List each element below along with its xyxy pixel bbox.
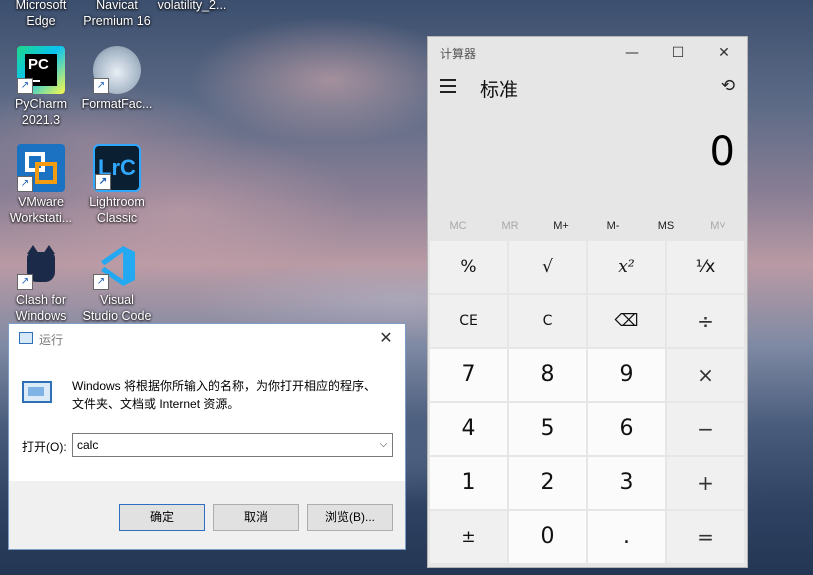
desktop-icon-label: PyCharm — [14, 97, 68, 111]
shortcut-arrow-icon: ↗ — [17, 274, 33, 290]
key-add[interactable]: + — [667, 457, 744, 509]
memory-recall-button[interactable]: MR — [484, 211, 536, 241]
desktop-icon-label: Clash for — [15, 293, 67, 307]
shortcut-arrow-icon: ↗ — [17, 176, 33, 192]
key-7[interactable]: 7 — [430, 349, 507, 401]
mode-title: 标准 — [480, 79, 519, 101]
ok-button[interactable]: 确定 — [119, 504, 205, 531]
maximize-button[interactable]: ☐ — [662, 41, 694, 65]
key-subtract[interactable]: − — [667, 403, 744, 455]
key-reciprocal[interactable]: ¹⁄x — [667, 241, 744, 293]
shortcut-arrow-icon: ↗ — [93, 78, 109, 94]
desktop-icon-label: Windows — [15, 309, 67, 323]
window-title: 计算器 — [440, 47, 477, 61]
browse-button[interactable]: 浏览(B)... — [307, 504, 393, 531]
desktop-icon-label: Workstati... — [9, 211, 73, 225]
desktop-icon-label: Edge — [26, 14, 56, 28]
key-multiply[interactable]: × — [667, 349, 744, 401]
key-square[interactable]: x² — [588, 241, 665, 293]
desktop-icon-vscode[interactable]: ↗ Visual Studio Code — [78, 242, 156, 324]
run-title: 运行 — [39, 333, 64, 347]
lightroom-icon: LrC ↗ — [93, 144, 141, 192]
key-4[interactable]: 4 — [430, 403, 507, 455]
run-dialog: 运行 ✕ Windows 将根据你所输入的名称，为你打开相应的程序、文件夹、文档… — [8, 323, 406, 550]
memory-subtract-button[interactable]: M- — [587, 211, 639, 241]
run-program-icon — [22, 381, 52, 403]
memory-list-button[interactable]: M˅ — [692, 211, 744, 241]
calculator-window: 计算器 — ☐ ✕ 标准 ⟲ 0 MC MR M+ M- MS M˅ % √ x… — [427, 36, 748, 568]
run-titlebar[interactable]: 运行 ✕ — [9, 324, 405, 354]
formatfactory-icon: ↗ — [93, 46, 141, 94]
clash-cat-icon: ↗ — [17, 242, 65, 290]
desktop-icon-lightroom[interactable]: LrC ↗ Lightroom Classic — [78, 144, 156, 226]
desktop-icon-edge[interactable]: Microsoft Edge — [2, 0, 80, 29]
key-clear-entry[interactable]: CE — [430, 295, 507, 347]
desktop-icon-navicat[interactable]: Navicat Premium 16 — [78, 0, 156, 29]
desktop-icon-label: Premium 16 — [83, 14, 151, 28]
key-sqrt[interactable]: √ — [509, 241, 586, 293]
calculator-display: 0 — [428, 109, 747, 211]
close-button[interactable]: ✕ — [375, 328, 397, 350]
desktop-icon-label: 2021.3 — [21, 113, 61, 127]
desktop-icon-label: FormatFac... — [81, 97, 153, 111]
key-5[interactable]: 5 — [509, 403, 586, 455]
desktop-icon-label: Navicat — [96, 0, 138, 12]
desktop-icon-label: Lightroom — [89, 195, 145, 209]
desktop-icon-formatfactory[interactable]: ↗ FormatFac... — [78, 46, 156, 112]
vmware-icon: ↗ — [17, 144, 65, 192]
key-8[interactable]: 8 — [509, 349, 586, 401]
close-button[interactable]: ✕ — [708, 41, 740, 65]
desktop-icon-label: Classic — [96, 211, 138, 225]
history-icon[interactable]: ⟲ — [719, 77, 737, 95]
key-divide[interactable]: ÷ — [667, 295, 744, 347]
memory-row: MC MR M+ M- MS M˅ — [428, 211, 747, 241]
desktop-icon-label: VMware — [18, 195, 64, 209]
desktop-icon-clash[interactable]: ↗ Clash for Windows — [2, 242, 80, 324]
desktop-icon-vmware[interactable]: ↗ VMware Workstati... — [2, 144, 80, 226]
key-percent[interactable]: % — [430, 241, 507, 293]
cancel-button[interactable]: 取消 — [213, 504, 299, 531]
display-value: 0 — [709, 129, 735, 175]
memory-store-button[interactable]: MS — [640, 211, 692, 241]
key-9[interactable]: 9 — [588, 349, 665, 401]
key-clear[interactable]: C — [509, 295, 586, 347]
memory-clear-button[interactable]: MC — [432, 211, 484, 241]
hamburger-icon[interactable] — [440, 79, 456, 93]
key-3[interactable]: 3 — [588, 457, 665, 509]
shortcut-arrow-icon: ↗ — [93, 274, 109, 290]
key-equals[interactable]: = — [667, 511, 744, 563]
run-command-input[interactable] — [72, 433, 393, 457]
desktop-icon-label: Visual — [100, 293, 134, 307]
key-0[interactable]: 0 — [509, 511, 586, 563]
desktop-icon-label: Studio Code — [82, 309, 152, 323]
key-negate[interactable]: ± — [430, 511, 507, 563]
key-2[interactable]: 2 — [509, 457, 586, 509]
memory-add-button[interactable]: M+ — [535, 211, 587, 241]
calculator-header: 标准 ⟲ — [428, 69, 747, 109]
key-1[interactable]: 1 — [430, 457, 507, 509]
desktop-icon-pycharm[interactable]: PC ↗ PyCharm 2021.3 — [2, 46, 80, 128]
shortcut-arrow-icon: ↗ — [17, 78, 33, 94]
open-label: 打开(O): — [22, 440, 67, 454]
pycharm-icon: PC ↗ — [17, 46, 65, 94]
key-6[interactable]: 6 — [588, 403, 665, 455]
vscode-icon: ↗ — [93, 242, 141, 290]
desktop-icon-volatility[interactable]: volatility_2... — [153, 0, 231, 13]
minimize-button[interactable]: — — [616, 41, 648, 65]
key-decimal[interactable]: . — [588, 511, 665, 563]
shortcut-arrow-icon: ↗ — [95, 174, 111, 190]
run-app-icon — [19, 332, 33, 344]
backspace-icon[interactable]: ⌫ — [588, 295, 665, 347]
chevron-down-icon[interactable]: ⌵ — [375, 434, 392, 456]
calculator-titlebar[interactable]: 计算器 — ☐ ✕ — [428, 37, 747, 69]
desktop-icon-label: Microsoft — [15, 0, 67, 12]
run-description: Windows 将根据你所输入的名称，为你打开相应的程序、文件夹、文档或 Int… — [72, 379, 377, 411]
desktop-icon-label: volatility_2... — [157, 0, 227, 12]
